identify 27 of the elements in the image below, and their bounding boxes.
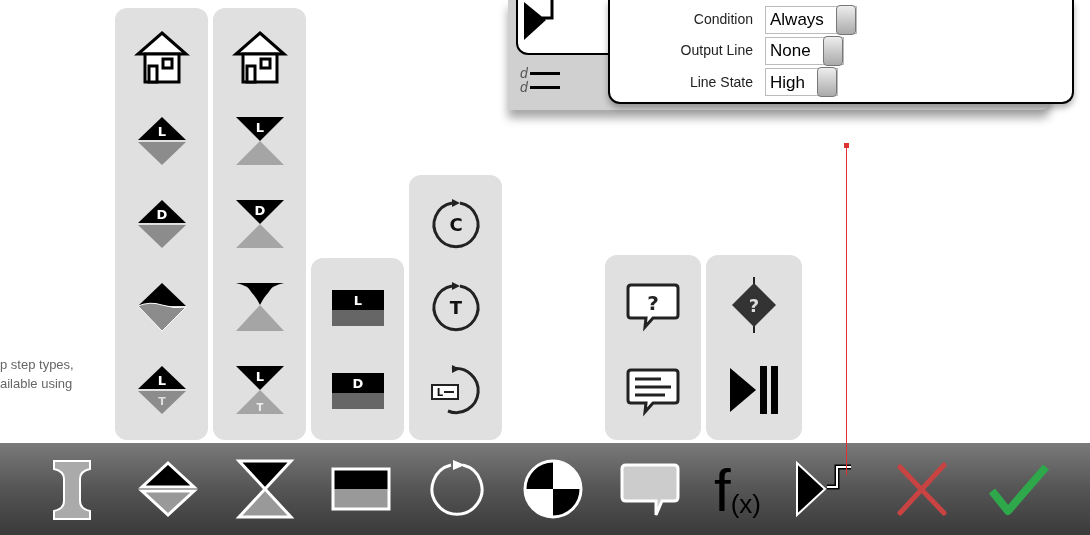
icon-letter: L bbox=[255, 119, 264, 135]
icon-letter: T bbox=[256, 402, 263, 414]
field-label: Condition bbox=[692, 10, 754, 30]
line-mark: d bbox=[520, 80, 560, 94]
icon-letter: ? bbox=[748, 295, 760, 317]
icon-letter: L bbox=[353, 292, 362, 308]
icon-letter: L bbox=[255, 369, 264, 385]
icon-letter: T bbox=[449, 296, 462, 318]
field-label: Line State bbox=[688, 72, 754, 92]
dropdown-field[interactable]: High bbox=[765, 68, 838, 97]
icon-letter: L bbox=[436, 386, 443, 398]
field-label: Output Line bbox=[679, 41, 754, 61]
icon-letter: L bbox=[157, 123, 166, 139]
caption-line: ailable using bbox=[0, 375, 74, 393]
icon-letter: C bbox=[448, 213, 463, 235]
line-mark: d bbox=[520, 66, 560, 80]
icon-letter: D bbox=[156, 206, 167, 222]
icon-letter: ? bbox=[647, 291, 659, 316]
caption-line: p step types, bbox=[0, 356, 75, 374]
house-icon[interactable] bbox=[231, 29, 288, 86]
house-icon[interactable] bbox=[133, 29, 190, 86]
icon-letter: D bbox=[352, 375, 363, 391]
dropdown-field[interactable]: Always bbox=[765, 5, 857, 34]
icon-letter: T bbox=[157, 395, 166, 409]
dropdown-field[interactable]: None bbox=[765, 37, 844, 65]
icon-letter: L bbox=[157, 373, 166, 389]
icon-letter: D bbox=[254, 202, 265, 218]
